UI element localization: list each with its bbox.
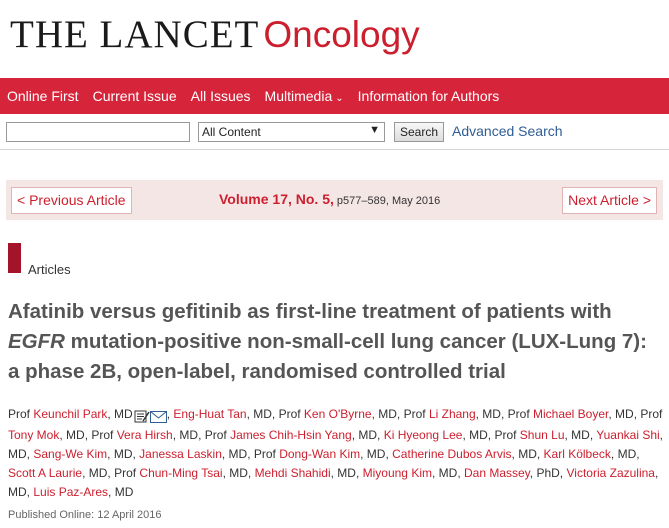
author-degree: , MD, (107, 447, 140, 461)
author-degree: , MD, (610, 447, 640, 461)
search-button[interactable]: Search (394, 122, 444, 142)
author-prefix: Prof (640, 407, 663, 421)
title-italic-gene: EGFR (8, 330, 65, 353)
author-degree: , MD, (371, 407, 404, 421)
author-prefix: Prof (204, 428, 231, 442)
article-title: Afatinib versus gefitinib as first-line … (8, 297, 663, 387)
main-nav: Online First Current Issue All Issues Mu… (0, 78, 669, 114)
masthead-journal: Oncology (263, 14, 420, 55)
author-degree: , MD, (351, 428, 384, 442)
chevron-down-icon: ⌄ (335, 93, 344, 104)
author-degree: , MD, (360, 447, 393, 461)
author-prefix: Prof (114, 466, 140, 480)
author-link[interactable]: Scott A Laurie (8, 466, 82, 480)
author-link[interactable]: Karl Kölbeck (544, 447, 611, 461)
email-icon[interactable] (149, 410, 167, 423)
author-degree: , MD, (475, 407, 508, 421)
author-link[interactable]: Dong-Wan Kim (279, 447, 360, 461)
correspondence-icon[interactable] (134, 410, 150, 423)
author-link[interactable]: Chun-Ming Tsai (139, 466, 222, 480)
author-prefix: Prof (8, 407, 34, 421)
masthead-brand: THE LANCET (10, 13, 260, 56)
author-degree: , MD (107, 407, 133, 421)
author-link[interactable]: Michael Boyer (533, 407, 608, 421)
author-link[interactable]: James Chih-Hsin Yang (230, 428, 352, 442)
nav-current-issue[interactable]: Current Issue (93, 88, 177, 104)
author-degree: , MD, (608, 407, 641, 421)
author-prefix: Prof (91, 428, 117, 442)
author-prefix: Prof (494, 428, 520, 442)
author-link[interactable]: Li Zhang (429, 407, 476, 421)
author-degree: , MD, (511, 447, 544, 461)
issue-info: Volume 17, No. 5, p577–589, May 2016 (219, 191, 440, 209)
issue-pages: p577–589, May 2016 (336, 195, 441, 207)
title-part-2: mutation-positive non-small-cell lung ca… (8, 330, 647, 383)
author-degree: , MD, (59, 428, 92, 442)
advanced-search-link[interactable]: Advanced Search (452, 123, 563, 139)
nav-multimedia-label: Multimedia (264, 88, 333, 104)
author-degree: , MD, (222, 466, 255, 480)
author-prefix: Prof (253, 447, 280, 461)
previous-article-button[interactable]: < Previous Article (11, 187, 132, 214)
author-degree: , MD, (564, 428, 597, 442)
journal-masthead[interactable]: THE LANCET Oncology (10, 12, 420, 62)
author-degree: , MD, (330, 466, 363, 480)
author-link[interactable]: Ken O'Byrne (304, 407, 372, 421)
published-date: Published Online: 12 April 2016 (8, 509, 162, 521)
author-prefix: Prof (507, 407, 533, 421)
author-link[interactable]: Tony Mok (8, 428, 59, 442)
author-link[interactable]: Miyoung Kim (363, 466, 432, 480)
author-link[interactable]: Eng-Huat Tan (173, 407, 246, 421)
author-link[interactable]: Vera Hirsh (117, 428, 173, 442)
nav-multimedia[interactable]: Multimedia ⌄ (265, 88, 344, 104)
author-link[interactable]: Ki Hyeong Lee (384, 428, 463, 442)
issue-volume[interactable]: Volume 17, No. 5, (219, 191, 334, 207)
author-prefix: Prof (278, 407, 304, 421)
author-degree: , MD, (462, 428, 495, 442)
content-scope-value: All Content (202, 125, 261, 139)
title-part-1: Afatinib versus gefitinib as first-line … (8, 300, 612, 323)
author-list: Prof Keunchil Park, MD, Eng-Huat Tan, MD… (8, 407, 664, 499)
author-degree: , MD, (221, 447, 254, 461)
nav-information-for-authors[interactable]: Information for Authors (358, 88, 500, 104)
author-link[interactable]: Keunchil Park (33, 407, 107, 421)
author-link[interactable]: Luis Paz-Ares (33, 485, 108, 499)
section-label: Articles (28, 262, 71, 277)
author-degree: , MD, (82, 466, 115, 480)
author-link[interactable]: Janessa Laskin (139, 447, 222, 461)
author-link[interactable]: Yuankai Shi (596, 428, 659, 442)
section-marker (8, 243, 21, 273)
nav-all-issues[interactable]: All Issues (191, 88, 251, 104)
author-link[interactable]: Sang-We Kim (33, 447, 107, 461)
dropdown-arrow-icon: ▼ (369, 124, 380, 136)
author-degree: , MD, (246, 407, 279, 421)
next-article-button[interactable]: Next Article > (562, 187, 657, 214)
author-link[interactable]: Mehdi Shahidi (255, 466, 331, 480)
nav-online-first[interactable]: Online First (7, 88, 79, 104)
issue-navigation: < Previous Article Volume 17, No. 5, p577… (6, 180, 663, 220)
author-prefix: Prof (403, 407, 429, 421)
author-link[interactable]: Catherine Dubos Arvis (392, 447, 511, 461)
author-link[interactable]: Victoria Zazulina (566, 466, 655, 480)
content-scope-select[interactable]: All Content ▼ (198, 122, 385, 142)
author-link[interactable]: Dan Massey (464, 466, 530, 480)
author-degree: , MD (108, 485, 134, 499)
author-link[interactable]: Shun Lu (520, 428, 565, 442)
author-degree: , MD, (172, 428, 205, 442)
author-degree: , MD, (431, 466, 464, 480)
search-input[interactable] (6, 122, 190, 142)
search-bar: All Content ▼ Search Advanced Search (0, 114, 669, 150)
author-degree: , PhD, (529, 466, 567, 480)
